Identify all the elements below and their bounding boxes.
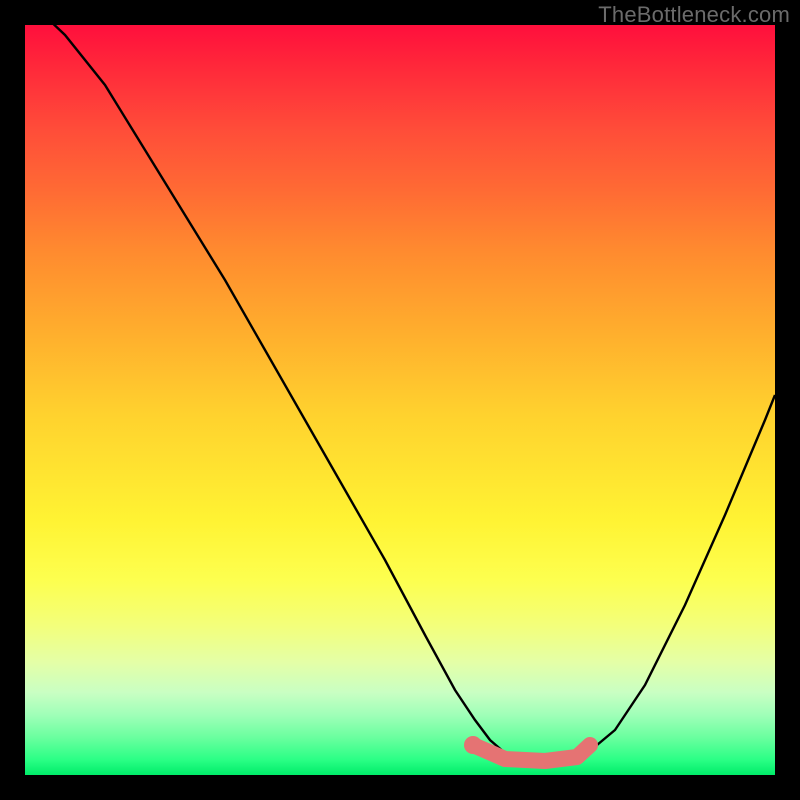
chart-canvas — [25, 25, 775, 775]
bottom-dot — [464, 736, 482, 754]
bottleneck-curve — [25, 25, 775, 763]
chart-svg-layer — [25, 25, 775, 775]
bottom-marker — [473, 745, 590, 761]
